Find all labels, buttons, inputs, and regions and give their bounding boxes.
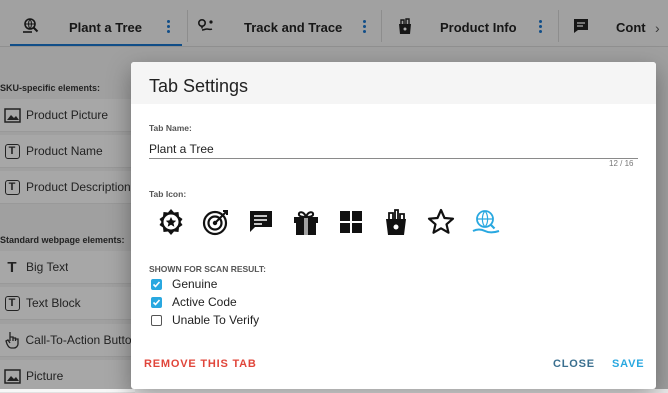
badge-star-icon[interactable]: [156, 207, 186, 237]
hand-globe-search-icon[interactable]: [471, 207, 501, 237]
grocery-bag-icon[interactable]: [381, 207, 411, 237]
target-icon[interactable]: [201, 207, 231, 237]
gift-icon[interactable]: [291, 207, 321, 237]
star-outline-icon[interactable]: [426, 207, 456, 237]
active-code-checkbox-row[interactable]: Active Code: [151, 295, 237, 309]
unable-to-verify-checkbox[interactable]: [151, 314, 162, 326]
tab-name-input[interactable]: [149, 140, 638, 159]
dialog-title: Tab Settings: [149, 76, 249, 96]
chat-bubble-icon[interactable]: [246, 207, 276, 237]
active-code-checkbox[interactable]: [151, 296, 162, 308]
scan-result-label: SHOWN FOR SCAN RESULT:: [149, 264, 266, 274]
unable-to-verify-checkbox-row[interactable]: Unable To Verify: [151, 313, 259, 327]
remove-tab-button[interactable]: REMOVE THIS TAB: [144, 358, 257, 370]
checkbox-label: Active Code: [172, 295, 237, 309]
tab-icon-label: Tab Icon:: [149, 189, 187, 199]
save-button[interactable]: SAVE: [612, 358, 644, 370]
checkbox-label: Unable To Verify: [172, 313, 260, 327]
genuine-checkbox[interactable]: [151, 278, 162, 290]
char-counter: 12 / 16: [609, 159, 634, 168]
tab-settings-dialog: Tab Settings Tab Name: 12 / 16 Tab Icon:: [131, 62, 656, 389]
tab-name-label: Tab Name:: [149, 123, 192, 133]
close-button[interactable]: CLOSE: [553, 358, 595, 370]
grid-icon[interactable]: [336, 207, 366, 237]
dialog-header: Tab Settings: [131, 62, 656, 104]
genuine-checkbox-row[interactable]: Genuine: [151, 277, 217, 291]
checkbox-label: Genuine: [172, 277, 218, 291]
